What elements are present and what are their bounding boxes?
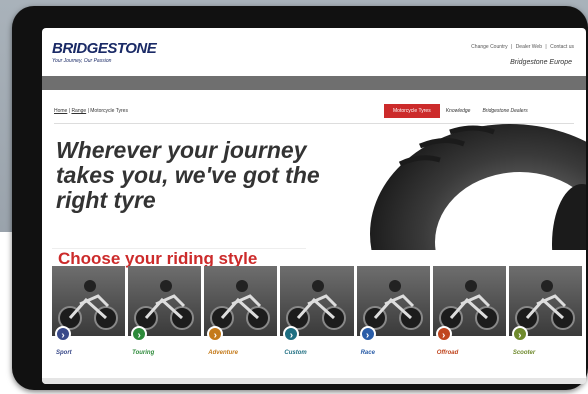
nav-item-5[interactable] bbox=[477, 76, 586, 90]
breadcrumb: Home | Range | Motorcycle Tyres bbox=[54, 108, 128, 114]
arrow-icon[interactable]: › bbox=[283, 326, 300, 342]
hero-line-3: right tyre bbox=[56, 187, 156, 213]
breadcrumb-current: Motorcycle Tyres bbox=[90, 108, 128, 114]
util-sep: | bbox=[545, 44, 547, 50]
riding-style-label[interactable]: Sport bbox=[56, 350, 72, 356]
riding-style-label[interactable]: Scooter bbox=[513, 350, 535, 356]
nav-item-1[interactable] bbox=[42, 76, 151, 90]
section-tabs: Motorcycle Tyres Knowledge Bridgestone D… bbox=[384, 104, 534, 118]
bottom-bar bbox=[42, 378, 586, 384]
arrow-icon[interactable]: › bbox=[435, 326, 452, 342]
tyre-image bbox=[370, 124, 586, 250]
arrow-icon[interactable]: › bbox=[359, 326, 376, 342]
main-nav bbox=[42, 76, 586, 90]
dealer-web-link[interactable]: Dealer Web bbox=[516, 44, 542, 50]
logo-tagline: Your Journey, Our Passion bbox=[52, 58, 112, 64]
riding-style-label[interactable]: Race bbox=[361, 350, 375, 356]
tablet-frame: BRIDGESTONE Your Journey, Our Passion Ch… bbox=[12, 6, 588, 390]
breadcrumb-range[interactable]: Range bbox=[71, 108, 86, 114]
util-sep: | bbox=[510, 44, 513, 50]
change-country-link[interactable]: Change Country bbox=[471, 44, 507, 50]
riding-style-label[interactable]: Custom bbox=[284, 350, 306, 356]
tab-bridgestone-dealers[interactable]: Bridgestone Dealers bbox=[476, 104, 533, 118]
riding-style-tiles: › Sport › Touring › Adventure › Custom › Race › Off… bbox=[52, 266, 582, 376]
breadcrumb-sep: | bbox=[68, 108, 71, 114]
utility-links: Change Country | Dealer Web | Contact us bbox=[469, 44, 574, 50]
hero-headline: Wherever your journey takes you, we've g… bbox=[56, 138, 356, 213]
tab-knowledge[interactable]: Knowledge bbox=[440, 104, 477, 118]
arrow-icon[interactable]: › bbox=[511, 326, 528, 342]
arrow-icon[interactable]: › bbox=[131, 326, 148, 342]
hero-line-1: Wherever your journey bbox=[56, 137, 307, 163]
nav-item-3[interactable] bbox=[260, 76, 369, 90]
nav-item-4[interactable] bbox=[368, 76, 477, 90]
riding-style-tile[interactable]: › Scooter bbox=[508, 266, 582, 376]
riding-style-tile[interactable]: › Adventure bbox=[204, 266, 278, 376]
riding-style-label[interactable]: Adventure bbox=[208, 350, 238, 356]
bridgestone-logo[interactable]: BRIDGESTONE Your Journey, Our Passion bbox=[52, 40, 157, 64]
riding-style-tile[interactable]: › Touring bbox=[128, 266, 202, 376]
arrow-icon[interactable]: › bbox=[207, 326, 224, 342]
arrow-icon[interactable]: › bbox=[55, 326, 71, 342]
nav-item-2[interactable] bbox=[151, 76, 260, 90]
breadcrumb-home[interactable]: Home bbox=[54, 108, 67, 114]
contact-us-link[interactable]: Contact us bbox=[550, 44, 574, 50]
browser-screen: BRIDGESTONE Your Journey, Our Passion Ch… bbox=[42, 28, 586, 384]
riding-style-label[interactable]: Touring bbox=[132, 350, 154, 356]
logo-text: BRIDGESTONE bbox=[52, 40, 157, 57]
riding-style-label[interactable]: Offroad bbox=[437, 350, 459, 356]
riding-style-tile[interactable]: › Offroad bbox=[432, 266, 506, 376]
riding-style-tile[interactable]: › Custom bbox=[280, 266, 354, 376]
riding-style-tile[interactable]: › Sport bbox=[52, 266, 126, 376]
riding-style-tile[interactable]: › Race bbox=[356, 266, 430, 376]
breadcrumb-sep: | bbox=[87, 108, 89, 114]
region-label[interactable]: Bridgestone Europe bbox=[510, 59, 572, 66]
hero-line-2: takes you, we've got the bbox=[56, 162, 320, 188]
tab-motorcycle-tyres[interactable]: Motorcycle Tyres bbox=[384, 104, 440, 118]
